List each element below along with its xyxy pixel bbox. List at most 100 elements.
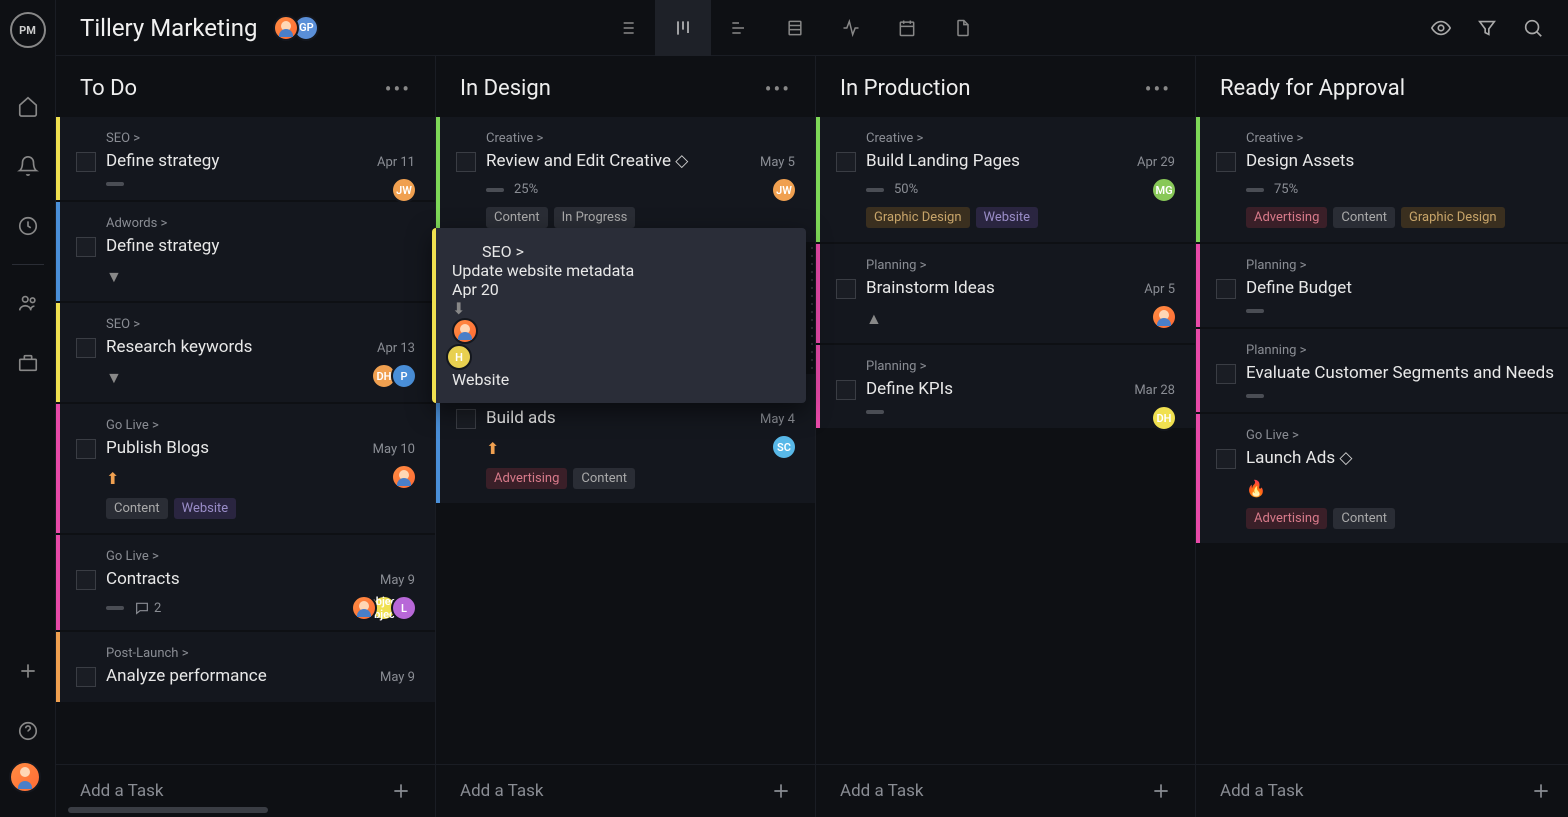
calendar-view-icon[interactable] xyxy=(879,0,935,56)
avatar[interactable]: SC xyxy=(771,434,797,460)
task-checkbox[interactable] xyxy=(76,338,96,358)
card-breadcrumb: Planning > xyxy=(1246,343,1555,358)
app-logo[interactable]: PM xyxy=(10,12,46,48)
table-view-icon[interactable] xyxy=(767,0,823,56)
task-checkbox[interactable] xyxy=(1216,364,1236,384)
card-breadcrumb: Post-Launch > xyxy=(106,646,415,661)
task-checkbox[interactable] xyxy=(1216,152,1236,172)
task-card[interactable]: Planning >Define KPIsMar 28DH xyxy=(816,345,1195,428)
briefcase-icon[interactable] xyxy=(16,351,40,375)
tag[interactable]: Content xyxy=(1333,207,1395,228)
tag[interactable]: Graphic Design xyxy=(1401,207,1505,228)
avatar[interactable]: P xyxy=(391,363,417,389)
task-card[interactable]: Go Live >Publish BlogsMay 10⬆ContentWebs… xyxy=(56,404,435,533)
priority-high-icon: ⬆ xyxy=(486,439,499,458)
add-task-button[interactable]: Add a Task xyxy=(436,764,815,817)
column-more-icon[interactable]: ••• xyxy=(1145,77,1171,101)
tag[interactable]: Content xyxy=(486,207,548,228)
task-card[interactable]: Go Live >Launch Ads ◇🔥AdvertisingContent xyxy=(1196,414,1568,543)
task-card[interactable]: Go Live >ContractsMay 9 2[object Object]… xyxy=(56,535,435,630)
card-breadcrumb: Creative > xyxy=(486,131,795,146)
column-more-icon[interactable]: ••• xyxy=(385,77,411,101)
tag[interactable]: Website xyxy=(452,370,509,389)
task-card[interactable]: SEO >Define strategyApr 11JW xyxy=(56,117,435,200)
task-card[interactable]: Creative >Build Landing PagesApr 2950%Gr… xyxy=(816,117,1195,242)
bell-icon[interactable] xyxy=(16,154,40,178)
task-checkbox[interactable] xyxy=(836,152,856,172)
task-checkbox[interactable] xyxy=(1216,449,1236,469)
cards-list: Creative >Build Landing PagesApr 2950%Gr… xyxy=(816,117,1195,764)
list-view-icon[interactable] xyxy=(599,0,655,56)
task-card[interactable]: Planning >Define Budget xyxy=(1196,244,1568,327)
tag[interactable]: Content xyxy=(573,468,635,489)
tag[interactable]: Advertising xyxy=(1246,207,1327,228)
task-card[interactable]: Planning >Evaluate Customer Segments and… xyxy=(1196,329,1568,412)
task-checkbox[interactable] xyxy=(1216,279,1236,299)
add-task-button[interactable]: Add a Task xyxy=(1196,764,1568,817)
task-checkbox[interactable] xyxy=(76,152,96,172)
tag[interactable]: Graphic Design xyxy=(866,207,970,228)
avatar[interactable]: JW xyxy=(391,177,417,203)
tag[interactable]: Advertising xyxy=(486,468,567,489)
column-title: In Production xyxy=(840,76,971,101)
task-checkbox[interactable] xyxy=(836,279,856,299)
add-task-button[interactable]: Add a Task xyxy=(816,764,1195,817)
tag[interactable]: Advertising xyxy=(1246,508,1327,529)
avatar[interactable]: DH xyxy=(1151,405,1177,431)
search-icon[interactable] xyxy=(1522,17,1544,39)
avatar[interactable]: MG xyxy=(1151,177,1177,203)
avatar[interactable] xyxy=(273,15,299,41)
user-avatar[interactable] xyxy=(9,761,41,793)
card-title: Define Budget xyxy=(1246,277,1555,299)
task-card[interactable]: Adwords >Define strategy▼ xyxy=(56,202,435,301)
people-icon[interactable] xyxy=(16,291,40,315)
avatar[interactable]: H xyxy=(446,344,472,370)
board-column: To Do•••SEO >Define strategyApr 11JWAdwo… xyxy=(56,56,436,817)
task-checkbox[interactable] xyxy=(76,667,96,687)
comment-count[interactable]: 2 xyxy=(134,600,161,616)
card-tags: Advertising Content xyxy=(1246,508,1555,529)
task-card[interactable]: Post-Launch >Analyze performanceMay 9 xyxy=(56,632,435,701)
avatar[interactable]: L xyxy=(391,595,417,621)
card-title: Define KPIs xyxy=(866,378,1175,400)
tag[interactable]: Website xyxy=(174,498,237,519)
column-more-icon[interactable]: ••• xyxy=(765,77,791,101)
task-card[interactable]: Planning >Brainstorm IdeasApr 5▲ xyxy=(816,244,1195,343)
card-title: Update website metadata xyxy=(452,261,786,280)
task-card[interactable]: SEO >Research keywordsApr 13▼DHP xyxy=(56,303,435,402)
card-title: Publish Blogs xyxy=(106,437,415,459)
clock-icon[interactable] xyxy=(16,214,40,238)
task-checkbox[interactable] xyxy=(456,409,476,429)
task-card[interactable]: Creative >Design Assets75%AdvertisingCon… xyxy=(1196,117,1568,242)
help-icon[interactable] xyxy=(16,719,40,743)
avatar[interactable] xyxy=(391,464,417,490)
task-checkbox[interactable] xyxy=(76,237,96,257)
avatar[interactable]: JW xyxy=(771,177,797,203)
home-icon[interactable] xyxy=(16,94,40,118)
avatar[interactable] xyxy=(452,318,478,344)
plus-icon[interactable] xyxy=(16,659,40,683)
dragging-card[interactable]: SEO > Update website metadata Apr 20 ⬇ H… xyxy=(432,228,806,403)
file-view-icon[interactable] xyxy=(935,0,991,56)
tag[interactable]: Content xyxy=(1333,508,1395,529)
tag[interactable]: Content xyxy=(106,498,168,519)
header-avatars[interactable]: GP xyxy=(273,15,319,41)
visibility-icon[interactable] xyxy=(1430,17,1452,39)
task-checkbox[interactable] xyxy=(836,380,856,400)
task-card[interactable]: Creative >Review and Edit Creative ◇May … xyxy=(436,117,815,242)
task-checkbox[interactable] xyxy=(76,570,96,590)
board-view-icon[interactable] xyxy=(655,0,711,56)
tag[interactable]: Website xyxy=(976,207,1039,228)
progress-text: 75% xyxy=(1274,182,1298,197)
gantt-view-icon[interactable] xyxy=(711,0,767,56)
progress-bar xyxy=(486,188,504,192)
activity-view-icon[interactable] xyxy=(823,0,879,56)
task-checkbox[interactable] xyxy=(456,152,476,172)
horizontal-scrollbar[interactable] xyxy=(68,807,268,813)
filter-icon[interactable] xyxy=(1476,17,1498,39)
progress-bar xyxy=(1246,394,1264,398)
avatar[interactable] xyxy=(1151,304,1177,330)
tag[interactable]: In Progress xyxy=(554,207,636,228)
left-sidebar: PM xyxy=(0,0,56,817)
task-checkbox[interactable] xyxy=(76,439,96,459)
